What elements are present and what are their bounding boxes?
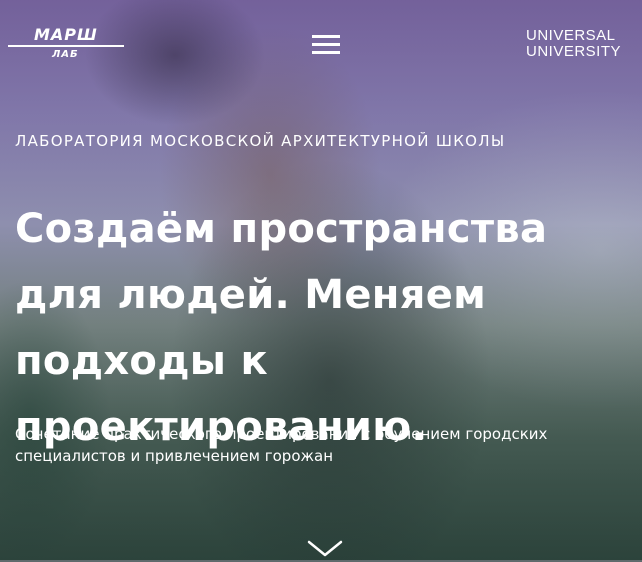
partner-line-2: UNIVERSITY [526, 43, 622, 60]
hamburger-menu-icon-bar-bottom [312, 51, 340, 54]
hero-headline: Создаём пространства для людей. Меняем п… [15, 206, 548, 450]
logo-top-text: МАРШ [34, 25, 98, 44]
partner-line-1: UNIVERSAL [526, 27, 616, 44]
hamburger-menu-icon-bar-middle [312, 43, 340, 46]
hero-lead: Сочетание практического проектирования с… [15, 425, 548, 465]
hero-eyebrow: ЛАБОРАТОРИЯ МОСКОВСКОЙ АРХИТЕКТУРНОЙ ШКО… [15, 132, 506, 150]
scroll-down-button[interactable] [306, 538, 344, 558]
logo-bottom-text: ЛАБ [52, 49, 79, 60]
hamburger-menu-icon-bar-top [312, 35, 340, 38]
logo-divider [8, 45, 124, 47]
hamburger-menu-button[interactable] [312, 33, 340, 55]
universal-university-logo[interactable]: UNIVERSAL UNIVERSITY [526, 28, 636, 60]
chevron-down-icon [307, 540, 343, 557]
marsh-lab-logo[interactable]: МАРШ ЛАБ [8, 26, 124, 62]
